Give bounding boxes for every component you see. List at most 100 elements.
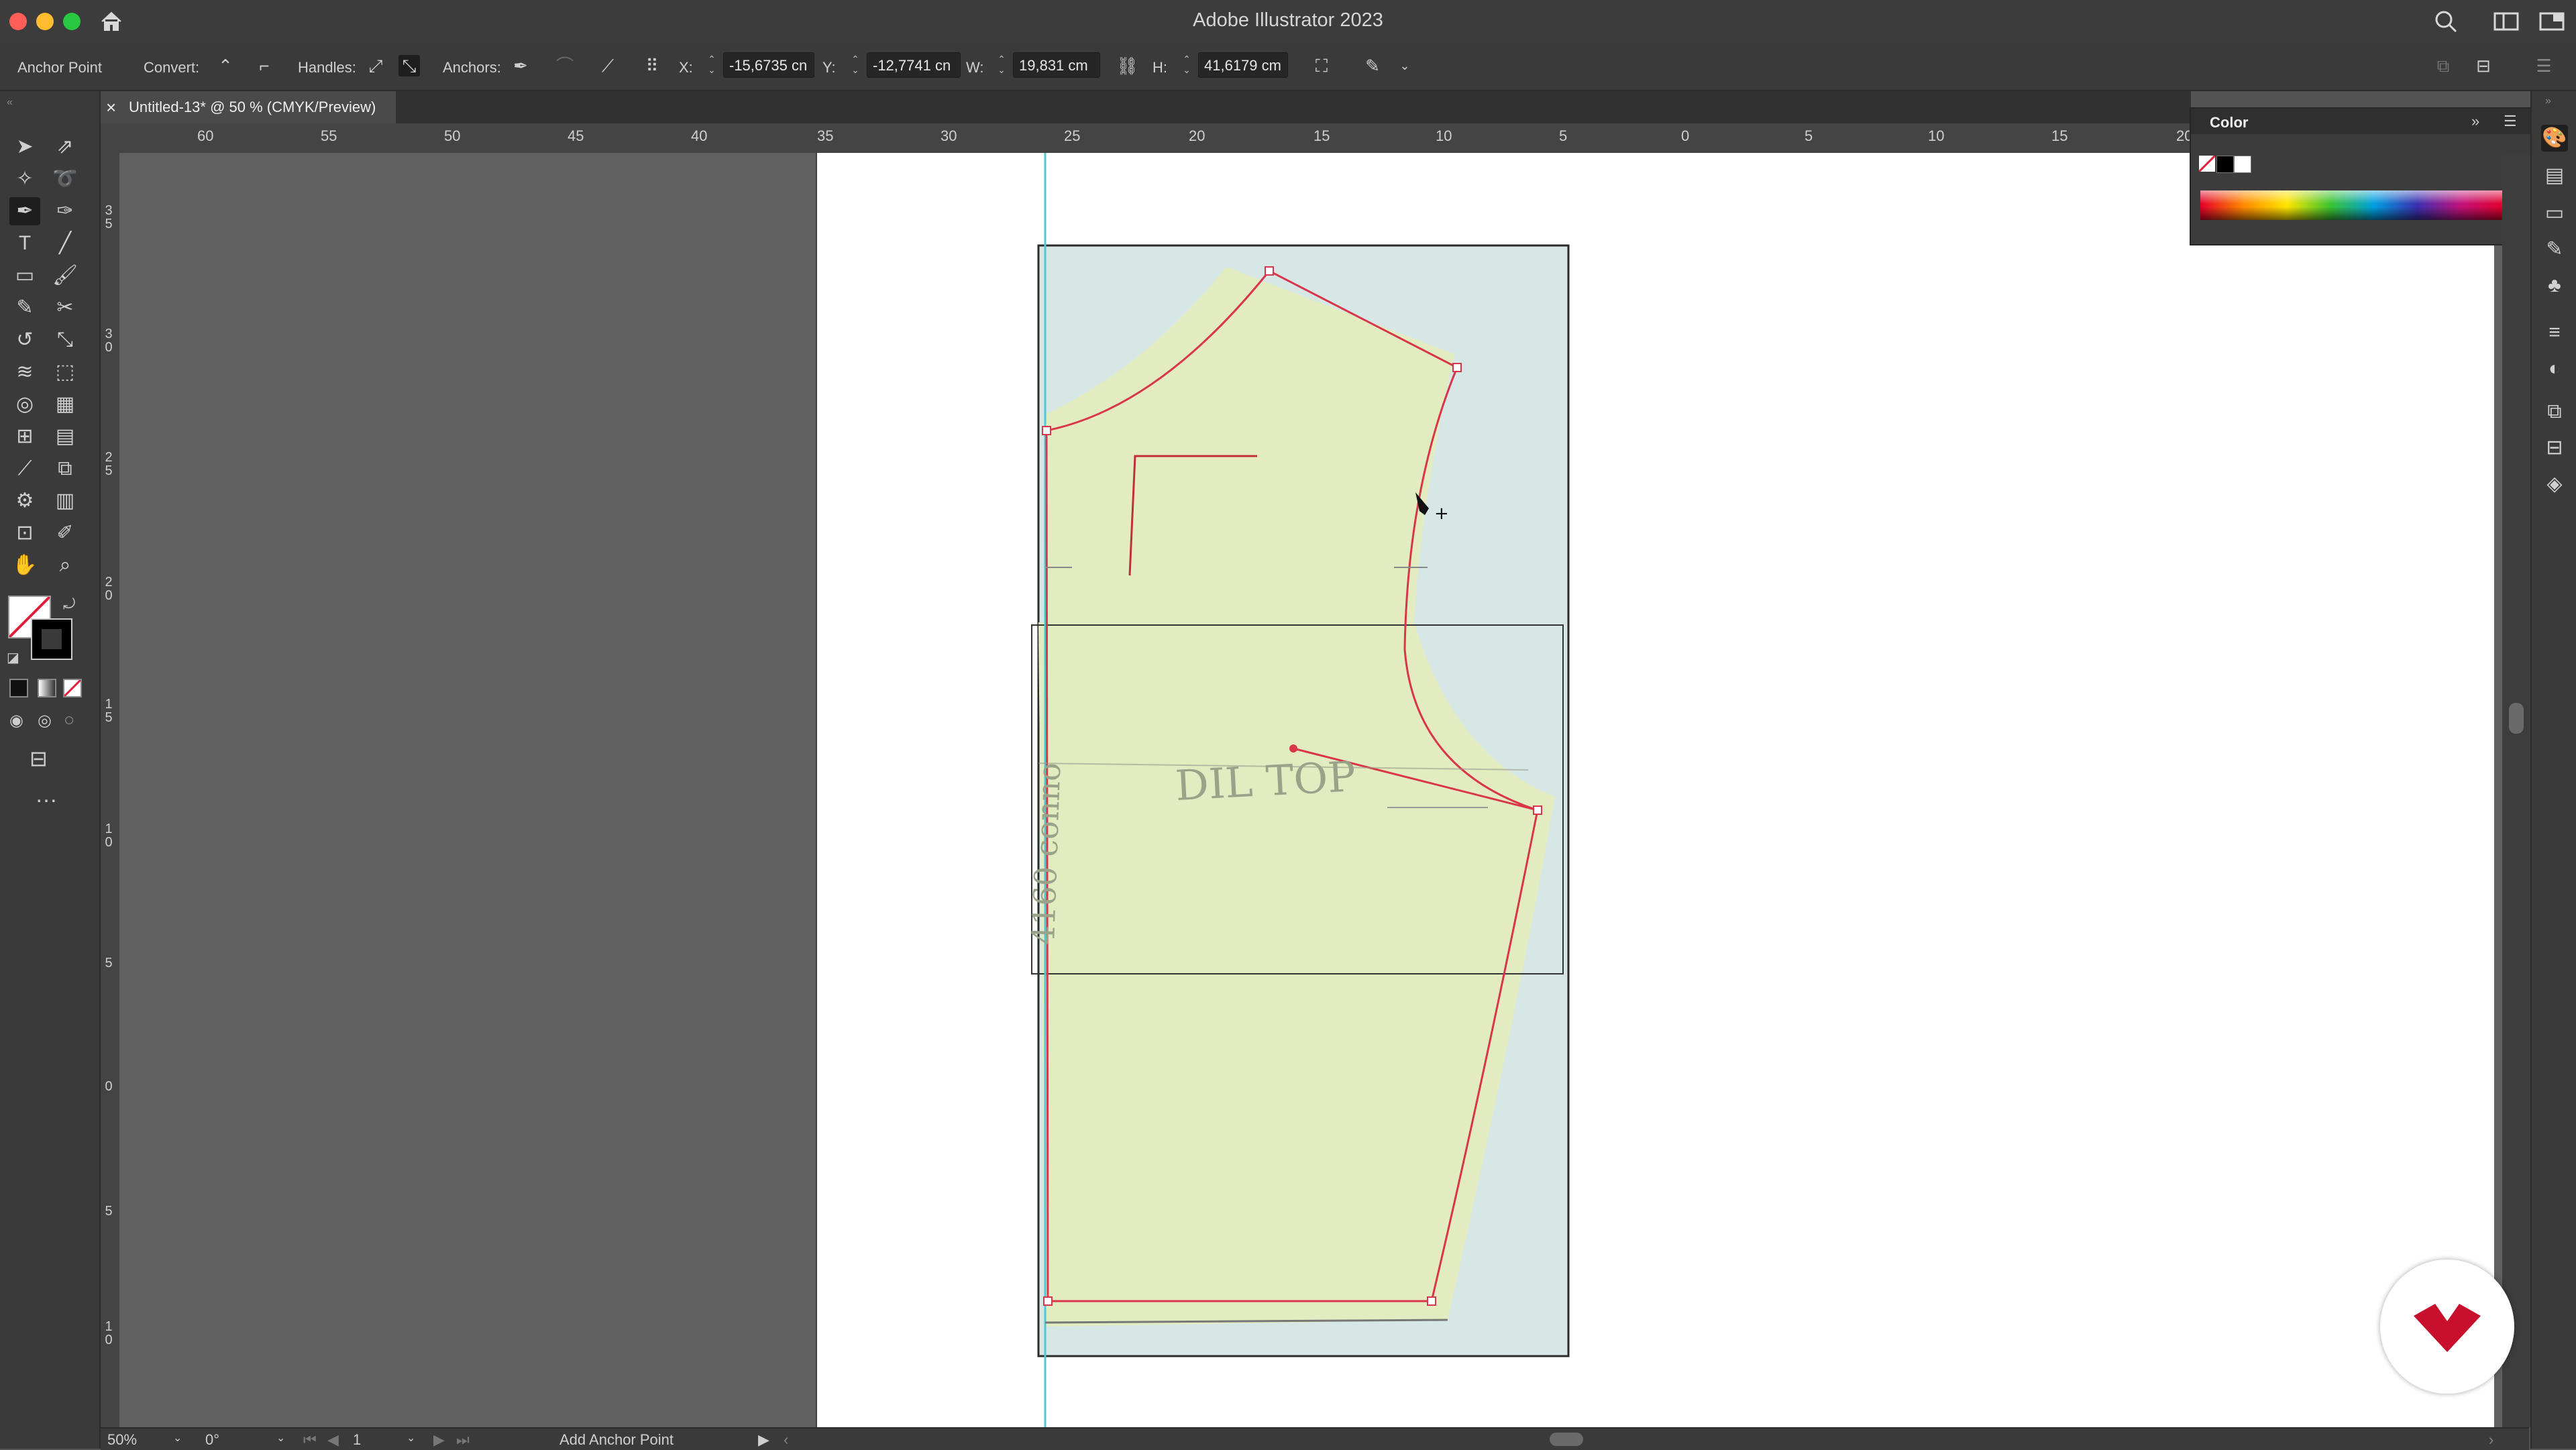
draw-behind-icon[interactable]: ◎ [38, 711, 52, 730]
default-fill-stroke-icon[interactable]: ◪ [7, 649, 19, 666]
align-panel-icon[interactable]: ⊟ [2541, 435, 2568, 461]
none-mode-icon[interactable] [63, 679, 82, 698]
panel-menu-icon[interactable]: ☰ [2504, 113, 2517, 130]
collapse-panel-icon[interactable]: « [7, 97, 13, 109]
color-panel-title[interactable]: Color [2210, 114, 2248, 131]
none-swatch[interactable] [2199, 156, 2215, 172]
appearance-icon[interactable]: ◐ [2541, 355, 2568, 382]
column-graph-tool-icon[interactable]: ▥ [50, 487, 80, 515]
connect-anchors-icon[interactable]: ⌒ [554, 55, 576, 76]
slice-tool-icon[interactable]: ✐ [50, 519, 80, 547]
remove-anchor-icon[interactable]: ✒ [510, 55, 531, 76]
line-tool-icon[interactable]: ╱ [50, 229, 80, 258]
search-icon[interactable] [2432, 8, 2459, 35]
chevron-down-icon[interactable]: ⌄ [1394, 55, 1415, 76]
warp-tool-icon[interactable]: ≋ [9, 358, 40, 386]
y-stepper[interactable]: ⌃ ⌄ [849, 54, 861, 78]
scissors-tool-icon[interactable]: ✂ [50, 294, 80, 322]
direct-selection-tool-icon[interactable]: ⇗ [50, 133, 80, 161]
magic-wand-tool-icon[interactable]: ✧ [9, 165, 40, 193]
scroll-right-icon[interactable]: › [2489, 1431, 2493, 1449]
x-stepper[interactable]: ⌃ ⌄ [706, 54, 718, 78]
blend-tool-icon[interactable]: ⧉ [50, 455, 80, 483]
constrain-proportions-icon[interactable]: ⛓ [1116, 55, 1138, 76]
expand-dock-icon[interactable]: » [2545, 95, 2551, 107]
horizontal-ruler[interactable]: 60 55 50 45 40 35 30 25 20 15 10 5 0 5 1… [101, 123, 2191, 154]
canvas[interactable]: + DIL TOP 4160 conno [119, 153, 2502, 1427]
perspective-grid-tool-icon[interactable]: ▦ [50, 390, 80, 419]
vertical-scrollbar[interactable] [2502, 153, 2530, 1427]
horizontal-scroll-thumb[interactable] [1550, 1433, 1583, 1446]
status-menu-icon[interactable]: ▶ [758, 1431, 769, 1449]
next-artboard-icon[interactable]: ▶ [433, 1431, 445, 1449]
screen-mode-icon[interactable]: ⊟ [30, 746, 48, 771]
stroke-swatch[interactable] [31, 618, 72, 660]
layers-icon[interactable]: ◈ [2541, 471, 2568, 498]
scroll-left-icon[interactable]: ‹ [784, 1431, 788, 1449]
selection-tool-icon[interactable]: ➤ [9, 133, 40, 161]
lasso-tool-icon[interactable]: ➰ [50, 165, 80, 193]
artboard-number-field[interactable]: 1 [353, 1431, 361, 1449]
artboard-dropdown-icon[interactable]: ⌄ [407, 1431, 415, 1445]
align-icon[interactable]: ⧉ [2432, 55, 2454, 76]
type-tool-icon[interactable]: T [9, 229, 40, 258]
pen-tool-icon[interactable]: ✒ [9, 197, 40, 225]
zoom-tool-icon[interactable]: ⌕ [50, 551, 80, 579]
scale-tool-icon[interactable]: ⤡ [50, 326, 80, 354]
paintbrush-tool-icon[interactable]: 🖌 [50, 262, 80, 290]
arrange-icon[interactable]: ⊟ [2473, 55, 2494, 76]
properties-icon[interactable]: ▤ [2541, 162, 2568, 189]
h-stepper[interactable]: ⌃ ⌄ [1181, 54, 1193, 78]
collapse-icon[interactable]: » [2471, 113, 2479, 130]
eyedropper-tool-icon[interactable]: ⟋ [9, 455, 40, 483]
libraries-icon[interactable]: ▭ [2541, 200, 2568, 227]
transparency-icon[interactable]: ⧉ [2541, 398, 2568, 425]
symbols-icon[interactable]: ♣ [2541, 272, 2568, 299]
workspace-layout-icon[interactable] [2493, 9, 2520, 34]
convert-to-smooth-icon[interactable]: ⌐ [254, 55, 275, 76]
rotation-dropdown-icon[interactable]: ⌄ [276, 1431, 285, 1445]
rotation-field[interactable]: 0° [205, 1431, 219, 1449]
mesh-tool-icon[interactable]: ⊞ [9, 423, 40, 451]
convert-to-corner-icon[interactable]: ⌃ [215, 55, 236, 76]
white-swatch[interactable] [2234, 156, 2251, 173]
arrange-documents-icon[interactable] [2538, 9, 2565, 34]
hand-tool-icon[interactable]: ✋ [9, 551, 40, 579]
zoom-field[interactable]: 50% [107, 1431, 137, 1449]
show-handles-icon[interactable]: ⤢ [365, 55, 386, 76]
draw-inside-icon[interactable]: ◌ [64, 711, 74, 730]
cut-path-icon[interactable]: ⟋ [597, 55, 619, 76]
brushes-icon[interactable]: ✎ [2541, 236, 2568, 263]
isolate-icon[interactable]: ✎ [1362, 55, 1383, 76]
x-field[interactable]: -15,6735 cn [723, 52, 814, 78]
w-field[interactable]: 19,831 cm [1013, 52, 1100, 78]
vertical-ruler[interactable]: 3 5 3 0 2 5 2 0 1 5 1 0 5 0 5 1 0 [101, 153, 120, 1427]
last-artboard-icon[interactable]: ⏭ [456, 1431, 470, 1449]
shape-builder-tool-icon[interactable]: ◎ [9, 390, 40, 419]
stroke-icon[interactable]: ≡ [2541, 319, 2568, 346]
swap-fill-stroke-icon[interactable]: ⤾ [63, 596, 75, 613]
gradient-mode-icon[interactable] [38, 679, 56, 698]
scroll-thumb[interactable] [2509, 703, 2524, 734]
artboard-tool-icon[interactable]: ⊡ [9, 519, 40, 547]
w-stepper[interactable]: ⌃ ⌄ [996, 54, 1008, 78]
color-panel-icon[interactable]: 🎨 [2541, 125, 2568, 152]
anchor-grid-icon[interactable]: ⠿ [641, 55, 663, 76]
zoom-dropdown-icon[interactable]: ⌄ [173, 1431, 182, 1445]
rectangle-tool-icon[interactable]: ▭ [9, 262, 40, 290]
gradient-tool-icon[interactable]: ▤ [50, 423, 80, 451]
draw-normal-icon[interactable]: ◉ [9, 711, 23, 730]
black-swatch[interactable] [2216, 156, 2234, 173]
close-tab-icon[interactable]: × [106, 91, 116, 123]
control-bar-menu-icon[interactable]: ☰ [2533, 55, 2555, 76]
document-tab[interactable]: × Untitled-13* @ 50 % (CMYK/Preview) [101, 91, 396, 123]
y-field[interactable]: -12,7741 cn [867, 52, 961, 78]
h-field[interactable]: 41,6179 cm [1198, 52, 1288, 78]
curvature-tool-icon[interactable]: ✑ [50, 197, 80, 225]
color-spectrum[interactable] [2200, 190, 2504, 220]
transform-icon[interactable]: ⛶ [1311, 55, 1332, 76]
more-tools-icon[interactable]: … [35, 782, 58, 808]
previous-artboard-icon[interactable]: ◀ [327, 1431, 339, 1449]
free-transform-tool-icon[interactable]: ⬚ [50, 358, 80, 386]
shaper-tool-icon[interactable]: ✎ [9, 294, 40, 322]
